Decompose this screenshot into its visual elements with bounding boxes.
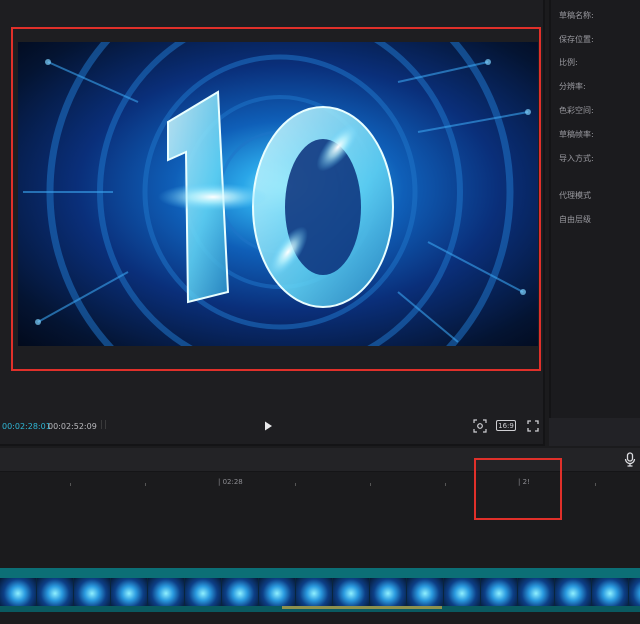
clip-thumbnails [0, 578, 640, 606]
record-audio-button[interactable] [624, 452, 636, 468]
prop-import-mode: 导入方式: [559, 154, 594, 163]
prop-draft-name: 草稿名称: [559, 11, 594, 20]
clip-thumbnail [481, 578, 518, 606]
clip-thumbnail [592, 578, 629, 606]
video-preview-frame[interactable]: 10 [18, 42, 538, 346]
play-icon [265, 421, 272, 431]
video-track-clip[interactable] [0, 568, 640, 612]
ruler-tick [370, 483, 371, 486]
countdown-graphic: 10 [18, 42, 531, 346]
ruler-tick [70, 483, 71, 486]
panel-divider[interactable] [549, 0, 551, 446]
clip-thumbnail [296, 578, 333, 606]
ruler-tick [145, 483, 146, 486]
clip-thumbnail [444, 578, 481, 606]
screenshot-button[interactable] [472, 419, 488, 433]
play-button[interactable] [262, 420, 274, 432]
prop-proxy-mode[interactable]: 代理模式 [559, 190, 591, 201]
clip-thumbnail [518, 578, 555, 606]
prop-free-layer[interactable]: 自由层级 [559, 214, 591, 225]
preview-player: 10 00:02:28:01 00:02:52:09 || 16:9 [0, 0, 545, 446]
microphone-icon [624, 452, 636, 467]
ruler-tick [445, 483, 446, 486]
clip-thumbnail [259, 578, 296, 606]
clip-thumbnail [74, 578, 111, 606]
prop-color-space: 色彩空间: [559, 106, 594, 115]
timeline-ruler[interactable]: | 02:28 | 2! [0, 474, 640, 492]
ruler-label-0228: | 02:28 [218, 478, 243, 486]
total-duration: 00:02:52:09 [48, 422, 97, 431]
screenshot-icon [473, 419, 487, 433]
clip-thumbnail [0, 578, 37, 606]
audio-waveform [282, 606, 442, 609]
clip-thumbnail [185, 578, 222, 606]
prop-ratio: 比例: [559, 58, 578, 67]
clip-thumbnail [333, 578, 370, 606]
clip-thumbnail [148, 578, 185, 606]
player-controls: 00:02:28:01 00:02:52:09 || 16:9 [0, 412, 545, 440]
ruler-label-end: | 2! [518, 478, 530, 486]
prop-save-location: 保存位置: [559, 35, 594, 44]
current-timecode: 00:02:28:01 [2, 422, 51, 431]
panel-footer [549, 418, 640, 446]
clip-thumbnail [629, 578, 640, 606]
clip-thumbnail [111, 578, 148, 606]
aspect-ratio-button[interactable]: 16:9 [496, 420, 516, 431]
prop-frame-rate: 草稿帧率: [559, 130, 594, 139]
timeline-toolbar [0, 448, 640, 472]
draft-properties-panel: 草稿名称: 保存位置: 比例: 分辨率: 色彩空间: 草稿帧率: 导入方式: 代… [549, 0, 640, 446]
ruler-tick [295, 483, 296, 486]
clip-thumbnail [37, 578, 74, 606]
ruler-tick [595, 483, 596, 486]
fullscreen-icon [527, 420, 539, 432]
clip-thumbnail [222, 578, 259, 606]
prop-resolution: 分辨率: [559, 82, 586, 91]
clip-thumbnail [370, 578, 407, 606]
clip-thumbnail [555, 578, 592, 606]
frame-text: 10 [18, 42, 38, 46]
clip-thumbnail [407, 578, 444, 606]
fullscreen-button[interactable] [526, 419, 540, 433]
grip-handle[interactable]: || [100, 420, 114, 432]
